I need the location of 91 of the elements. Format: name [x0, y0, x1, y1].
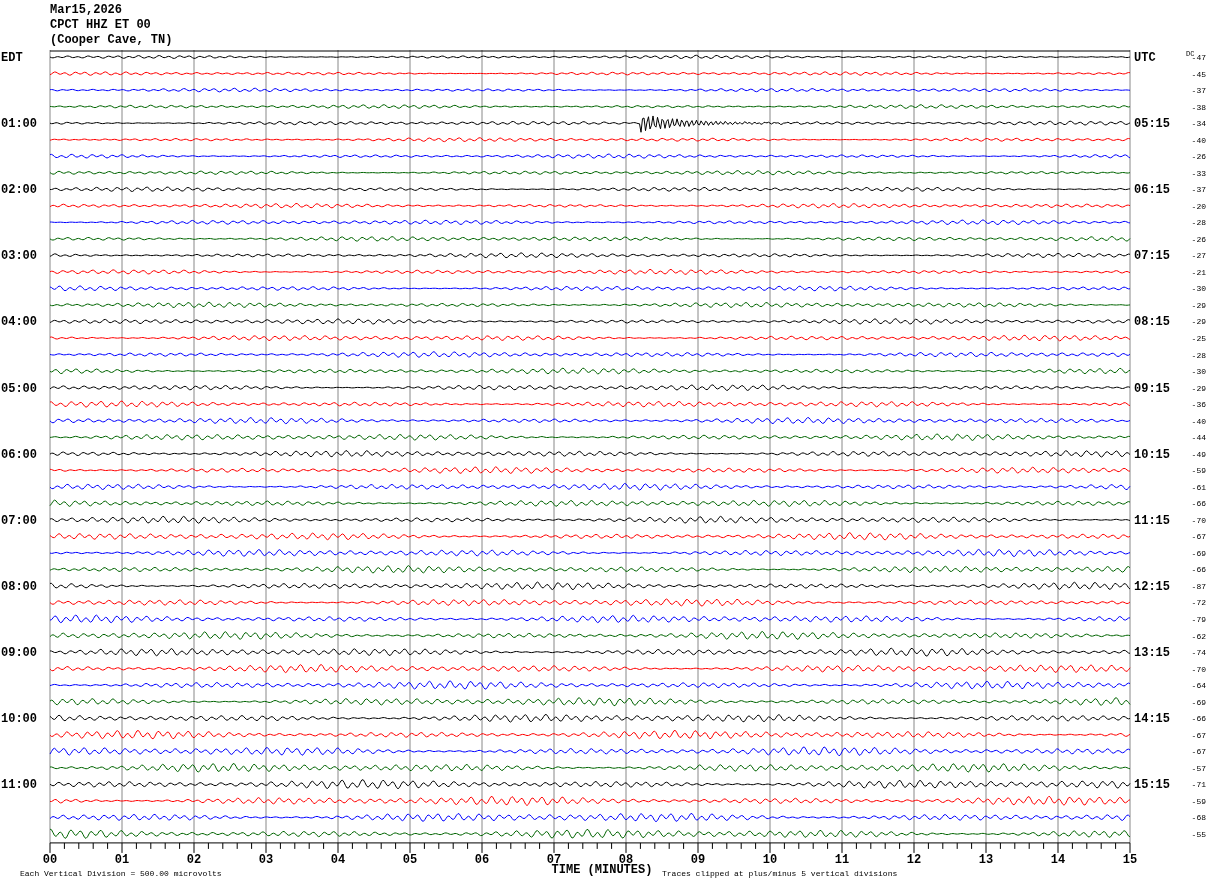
dc-offset-label: -74	[1191, 648, 1206, 658]
utc-time-label: 15:15	[1134, 778, 1170, 793]
minute-tick-label: 15	[1122, 852, 1138, 867]
local-time-label: 09:00	[1, 646, 37, 661]
utc-time-label: 13:15	[1134, 646, 1170, 661]
utc-time-label: 05:15	[1134, 117, 1170, 132]
dc-offset-label: -30	[1191, 367, 1206, 377]
dc-offset-label: -61	[1191, 482, 1206, 492]
dc-offset-label: -59	[1191, 796, 1206, 806]
utc-time-label: 08:15	[1134, 315, 1170, 330]
minute-tick-label: 05	[402, 852, 418, 867]
dc-offset-label: -28	[1191, 350, 1206, 360]
dc-offset-label: -38	[1191, 102, 1206, 112]
station-label: CPCT HHZ ET 00	[50, 18, 152, 33]
dc-offset-label: -29	[1191, 317, 1206, 327]
local-time-label: 01:00	[1, 117, 37, 132]
dc-offset-label: -26	[1191, 152, 1206, 162]
dc-offset-label: -66	[1191, 565, 1206, 575]
dc-offset-label: -40	[1191, 416, 1206, 426]
dc-offset-label: -66	[1191, 714, 1206, 724]
dc-offset-label: -28	[1191, 218, 1206, 228]
dc-offset-label: -69	[1191, 697, 1206, 707]
local-time-label: 04:00	[1, 315, 37, 330]
local-time-label: 07:00	[1, 513, 37, 528]
dc-offset-label: -67	[1191, 747, 1206, 757]
minute-tick-label: 04	[330, 852, 346, 867]
dc-offset-label: -71	[1191, 780, 1206, 790]
dc-offset-label: -67	[1191, 730, 1206, 740]
minute-tick-label: 14	[1050, 852, 1066, 867]
dc-offset-label: -45	[1191, 69, 1206, 79]
local-time-label: 11:00	[1, 778, 37, 793]
dc-offset-label: -25	[1191, 334, 1206, 343]
dc-offset-label: -44	[1191, 433, 1206, 443]
dc-offset-label: -37	[1191, 185, 1206, 195]
utc-time-label: 14:15	[1134, 712, 1170, 727]
utc-time-label: 06:15	[1134, 183, 1170, 198]
minute-tick-label: 12	[906, 852, 922, 867]
dc-offset-label: -72	[1191, 598, 1206, 608]
minute-tick-label: 11	[834, 852, 850, 867]
local-time-label: 06:00	[1, 447, 37, 462]
clip-note: Traces clipped at plus/minus 5 vertical divisions	[662, 869, 898, 878]
dc-offset-label: -20	[1191, 201, 1206, 211]
dc-offset-label: -36	[1191, 400, 1206, 410]
utc-time-label: 07:15	[1134, 249, 1170, 264]
utc-time-label: 12:15	[1134, 579, 1170, 594]
location-label: (Cooper Cave, TN)	[50, 33, 174, 48]
minute-tick-label: 02	[186, 852, 202, 867]
minute-tick-label: 03	[258, 852, 274, 867]
dc-offset-label: -55	[1191, 829, 1206, 839]
dc-offset-label: -33	[1191, 168, 1206, 178]
dc-offset-label: -87	[1191, 581, 1206, 591]
dc-offset-label: -40	[1191, 135, 1206, 145]
dc-offset-label: -34	[1191, 119, 1206, 129]
dc-offset-label: -64	[1191, 681, 1206, 691]
dc-offset-label: -62	[1191, 631, 1206, 641]
dc-offset-label: -70	[1191, 515, 1206, 525]
dc-offset-label: -57	[1191, 763, 1206, 773]
local-time-label: EDT	[1, 51, 23, 65]
scale-note: Each Vertical Division = 500.00 microvolts	[20, 869, 222, 878]
dc-offset-label: -27	[1191, 251, 1206, 261]
local-time-label: 02:00	[1, 183, 37, 198]
dc-offset-label: -26	[1191, 234, 1206, 244]
dc-offset-label: -49	[1191, 449, 1206, 459]
dc-offset-label: -21	[1191, 267, 1206, 277]
dc-offset-label: -30	[1191, 284, 1206, 294]
local-time-label: 03:00	[1, 249, 37, 264]
minute-tick-label: 09	[690, 852, 706, 867]
dc-offset-label: -29	[1191, 300, 1206, 310]
dc-offset-label: -68	[1191, 813, 1206, 823]
local-time-label: 08:00	[1, 579, 37, 594]
dc-offset-label: -37	[1191, 86, 1206, 96]
local-time-label: 05:00	[1, 381, 37, 396]
axis-title: TIME (MINUTES)	[551, 863, 653, 877]
utc-time-label: 11:15	[1134, 513, 1170, 528]
minute-tick-label: 10	[762, 852, 778, 867]
dc-offset-label: -69	[1191, 548, 1206, 558]
dc-offset-label: -59	[1191, 466, 1206, 476]
dc-offset-label: -29	[1191, 383, 1206, 393]
dc-offset-label: -70	[1191, 664, 1206, 674]
utc-time-label: 09:15	[1134, 381, 1170, 396]
dc-offset-label: -67	[1191, 532, 1206, 542]
dc-offset-label: -79	[1191, 615, 1206, 624]
utc-time-label: 10:15	[1134, 447, 1170, 462]
minute-tick-label: 13	[978, 852, 994, 867]
date-label: Mar15,2026	[50, 3, 123, 18]
dc-offset-label: -66	[1191, 499, 1206, 509]
minute-tick-label: 01	[114, 852, 130, 867]
minute-tick-label: 06	[474, 852, 490, 867]
minute-tick-label: 00	[42, 852, 58, 867]
local-time-label: 10:00	[1, 712, 37, 727]
utc-time-label: UTC	[1134, 51, 1156, 65]
